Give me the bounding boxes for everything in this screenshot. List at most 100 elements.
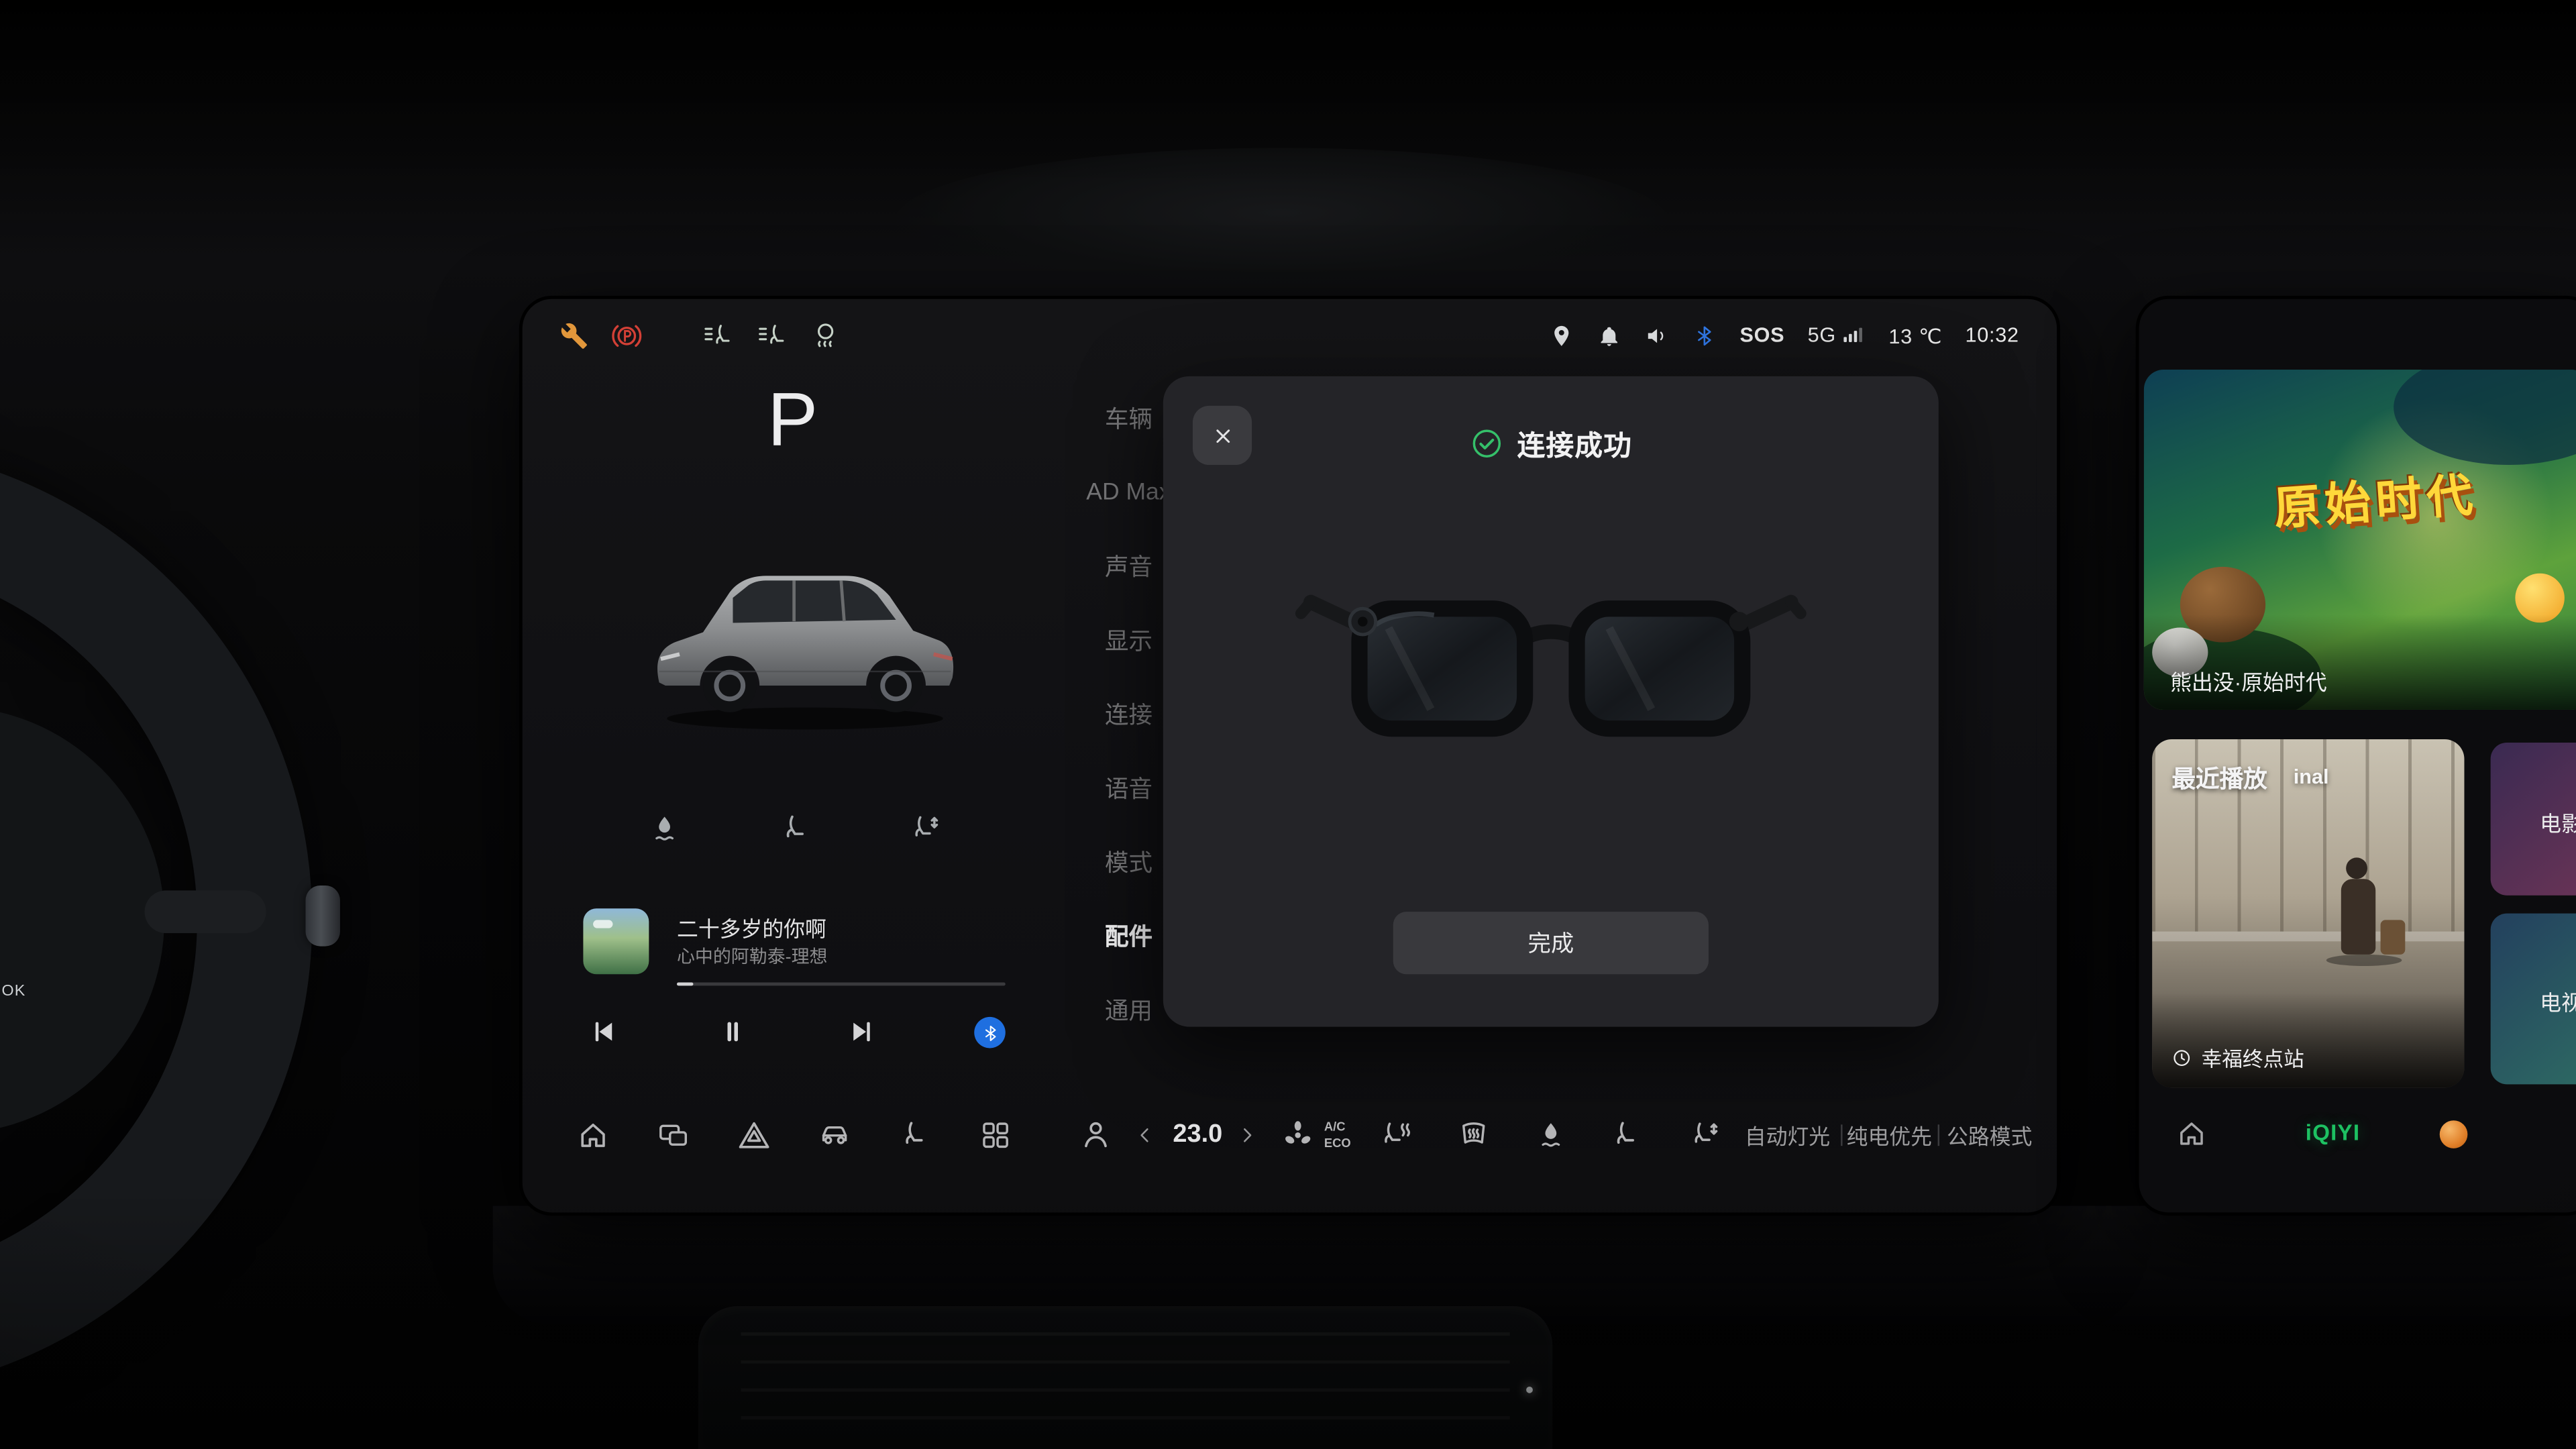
- status-left-group: [560, 319, 841, 351]
- auto-light-button[interactable]: 自动灯光: [1745, 1120, 1830, 1151]
- side-tile-label: 电视: [2540, 985, 2576, 1017]
- recent-figure-shadow: [2327, 955, 2403, 967]
- vehicle-image: [633, 496, 977, 759]
- poster-art-title: 原始时代: [2272, 459, 2480, 539]
- home-icon: [576, 1118, 610, 1152]
- person-icon: [1079, 1118, 1113, 1152]
- recent-label: 最近播放: [2172, 761, 2267, 795]
- seat-heat-button[interactable]: [1379, 1118, 1413, 1152]
- screens-icon: [656, 1118, 690, 1152]
- seat-climate-left-icon: [702, 319, 733, 351]
- car-cabin-scene: OK SOS 5G 13 ℃: [0, 0, 2576, 1449]
- side-tile-tv[interactable]: 电视: [2491, 914, 2576, 1085]
- orange-app-icon[interactable]: [2440, 1120, 2468, 1148]
- home-button[interactable]: [576, 1118, 610, 1152]
- hazard-button[interactable]: [737, 1118, 771, 1152]
- previous-track-button[interactable]: [586, 1015, 619, 1048]
- history-clock-icon: [2172, 1047, 2192, 1067]
- bluetooth-audio-button[interactable]: [974, 1017, 1006, 1049]
- recent-caption: 幸福终点站: [2172, 1042, 2304, 1073]
- steering-ok-button[interactable]: OK: [1, 982, 25, 1000]
- featured-caption: 熊出没·原始时代: [2170, 665, 2326, 697]
- seat-adjust-icon: [1688, 1118, 1722, 1152]
- media-artist: 心中的阿勒泰-理想: [677, 943, 1014, 969]
- apps-button[interactable]: [978, 1118, 1012, 1152]
- modal-header: 连接成功: [1163, 422, 1939, 463]
- passenger-home-button[interactable]: [2175, 1117, 2208, 1150]
- recent-suitcase: [2380, 920, 2405, 955]
- seat-icon: [898, 1118, 932, 1152]
- seat-massage-icon: [1609, 1118, 1644, 1152]
- recent-card[interactable]: 最近播放 inal 幸福终点站: [2152, 739, 2464, 1087]
- recent-figure-head: [2346, 858, 2367, 879]
- seat-heat-icon: [1379, 1118, 1413, 1152]
- recent-art-text: inal: [2294, 765, 2329, 788]
- seat-climate-right-icon: [756, 319, 788, 351]
- recent-fade: [2152, 992, 2464, 1087]
- side-tile-movies[interactable]: 电影: [2491, 743, 2576, 896]
- display-switch-button[interactable]: [656, 1118, 690, 1152]
- steering-wheel-spoke: [145, 890, 266, 933]
- sos-label: SOS: [1739, 323, 1784, 346]
- seat-controls-button[interactable]: [898, 1118, 932, 1152]
- iqiyi-logo[interactable]: iQIYI: [2290, 1120, 2375, 1145]
- vehicle-controls-button[interactable]: [817, 1118, 851, 1152]
- chevron-left-icon: [1134, 1124, 1156, 1146]
- fragrance-icon: [1534, 1118, 1568, 1152]
- parking-brake-icon: [611, 319, 643, 351]
- main-touchscreen: SOS 5G 13 ℃ 10:32 P: [523, 299, 2057, 1213]
- modal-title: 连接成功: [1517, 422, 1632, 463]
- passenger-screen: 原始时代 熊出没·原始时代 最近播放 inal 幸福终点站 电影 电视: [2139, 299, 2576, 1213]
- connection-success-modal: 连接成功 完成: [1163, 376, 1939, 1027]
- fan-ac-button[interactable]: [1281, 1118, 1315, 1152]
- service-wrench-icon: [560, 321, 588, 350]
- signal-bars-icon: [1841, 323, 1866, 347]
- seat-adjust-button[interactable]: [1688, 1118, 1722, 1152]
- road-mode-button[interactable]: 公路模式: [1947, 1120, 2032, 1151]
- seat-massage-button[interactable]: [1609, 1118, 1644, 1152]
- screenshot-stage: OK SOS 5G 13 ℃: [0, 0, 2576, 1449]
- quick-fragrance-button[interactable]: [647, 812, 682, 846]
- ac-label: A/C: [1324, 1119, 1351, 1135]
- clock-label: 10:32: [1966, 323, 2019, 346]
- media-title: 二十多岁的你啊: [677, 912, 1014, 943]
- hazard-triangle-icon: [737, 1118, 771, 1152]
- recent-figure: [2341, 879, 2375, 955]
- quick-seat-adjust-button[interactable]: [908, 812, 943, 846]
- smart-glasses-image: [1291, 537, 1811, 797]
- dock-bar: 23.0 A/C ECO 自动灯光 纯电优先 公路模式: [523, 1097, 2057, 1173]
- network-indicator: 5G: [1808, 323, 1866, 347]
- car-icon: [817, 1118, 851, 1152]
- featured-poster[interactable]: 原始时代 熊出没·原始时代: [2144, 370, 2576, 710]
- defrost-icon: [1456, 1118, 1491, 1152]
- quick-seat-massage-button[interactable]: [779, 812, 813, 846]
- side-tile-label: 电影: [2540, 807, 2576, 839]
- pause-button[interactable]: [716, 1015, 749, 1048]
- driver-climate-button[interactable]: [1079, 1118, 1113, 1152]
- location-icon: [1549, 323, 1574, 347]
- volume-icon: [1644, 323, 1669, 347]
- defrost-button[interactable]: [1456, 1118, 1491, 1152]
- ev-priority-button[interactable]: 纯电优先: [1847, 1120, 1932, 1151]
- status-bar: SOS 5G 13 ℃ 10:32: [523, 312, 2057, 358]
- album-art: [583, 908, 649, 974]
- temp-increase-button[interactable]: [1236, 1124, 1258, 1146]
- gear-indicator: P: [547, 374, 1040, 463]
- media-progress-bar[interactable]: [677, 982, 1006, 985]
- temperature-value[interactable]: 23.0: [1173, 1120, 1222, 1150]
- apps-grid-icon: [978, 1118, 1012, 1152]
- recent-art-floor: [2152, 931, 2464, 941]
- success-check-icon: [1470, 427, 1503, 460]
- notifications-icon: [1597, 323, 1621, 347]
- done-button[interactable]: 完成: [1393, 912, 1709, 974]
- dashboard-cowl: [896, 148, 1668, 292]
- temp-decrease-button[interactable]: [1134, 1124, 1156, 1146]
- next-track-button[interactable]: [846, 1015, 879, 1048]
- outside-temperature-label: 13 ℃: [1888, 323, 1942, 347]
- bluetooth-icon: [1692, 323, 1717, 347]
- fragrance-button[interactable]: [1534, 1118, 1568, 1152]
- gear-stalk-knob[interactable]: [306, 885, 340, 947]
- dashboard-vents: [698, 1306, 1552, 1449]
- network-label: 5G: [1808, 323, 1836, 346]
- recent-title: 幸福终点站: [2202, 1042, 2304, 1073]
